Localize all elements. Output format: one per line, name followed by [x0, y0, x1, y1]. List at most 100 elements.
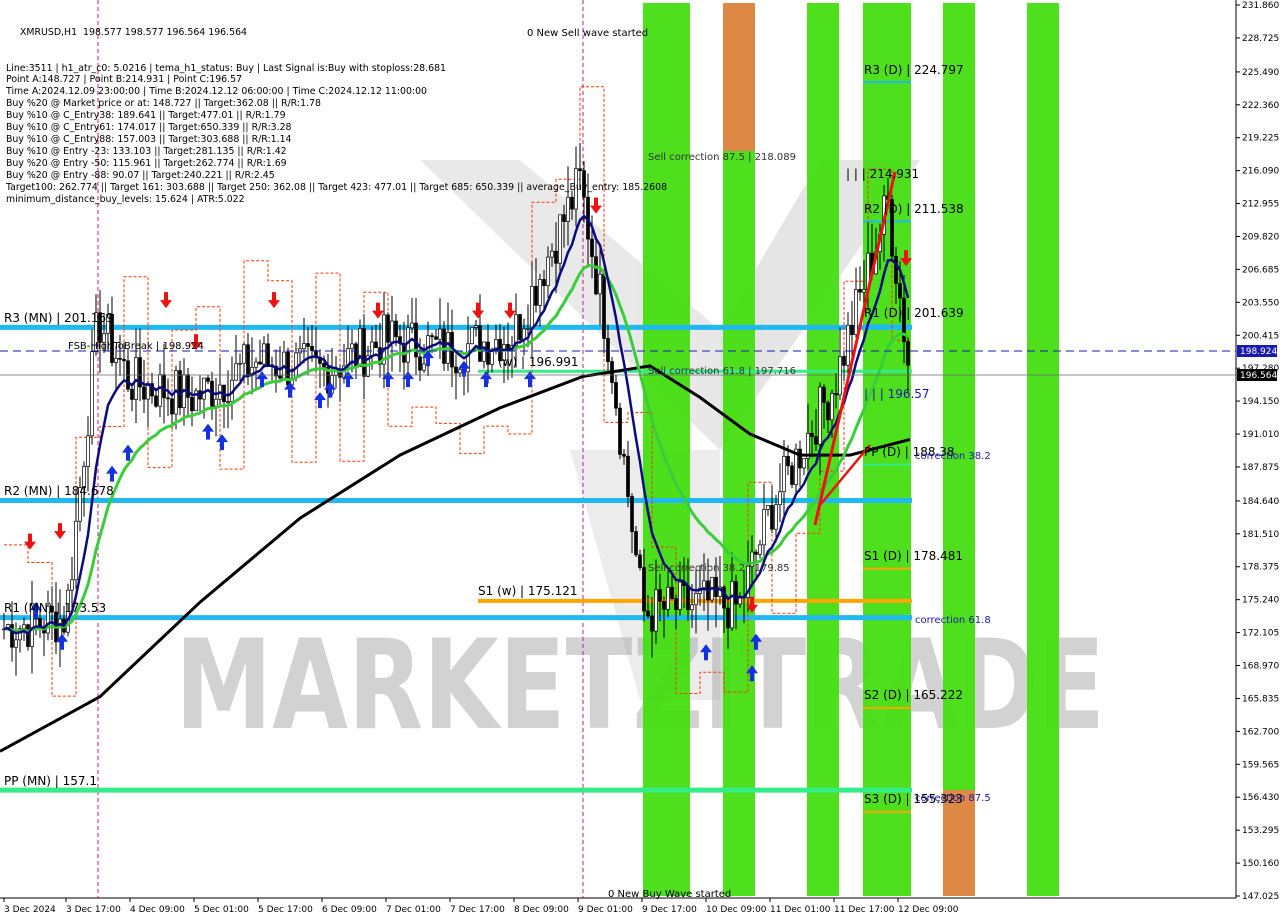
- candle-body: [810, 432, 814, 437]
- zone-bands: [643, 3, 1059, 896]
- label-r1-d: R1 (D) | 201.639: [864, 306, 964, 320]
- sell-arrow-icon: [268, 292, 280, 309]
- candle-body: [86, 435, 90, 467]
- time-tick-label: 5 Dec 17:00: [258, 905, 313, 915]
- candle-body: [482, 341, 486, 362]
- buy-arrow-icon: [284, 381, 296, 398]
- candle-body: [254, 361, 258, 368]
- candle-body: [454, 366, 458, 374]
- label-fsb: FSB-HighToBreak | 198.924: [68, 341, 204, 352]
- candle-body: [158, 374, 162, 407]
- candle-body: [618, 407, 622, 455]
- candle-body: [390, 320, 394, 343]
- info-line: Time A:2024.12.09 23:00:00 | Time B:2024…: [6, 86, 427, 98]
- candle-body: [550, 250, 554, 258]
- time-tick-label: 11 Dec 01:00: [770, 905, 831, 915]
- candle-body: [858, 289, 862, 293]
- candle-body: [530, 285, 534, 329]
- candle-body: [374, 341, 378, 348]
- time-tick-label: 8 Dec 09:00: [514, 905, 569, 915]
- candle-body: [666, 586, 670, 610]
- candle-body: [394, 320, 398, 338]
- label-w-mark: (w) | 196.991: [498, 355, 578, 369]
- time-tick-label: 9 Dec 17:00: [642, 905, 697, 915]
- label-s1-d: S1 (D) | 178.481: [864, 549, 963, 563]
- candle-body: [754, 551, 758, 555]
- bid-price-tag: 198.924: [1237, 345, 1277, 357]
- candle-body: [726, 607, 730, 629]
- candle-body: [830, 393, 834, 421]
- candle-body: [478, 325, 482, 362]
- candle-body: [122, 358, 126, 362]
- candle-body: [606, 338, 610, 362]
- label-s1-w: S1 (w) | 175.121: [478, 584, 578, 598]
- candle-body: [598, 273, 602, 295]
- price-tick-label: 203.550: [1242, 298, 1279, 308]
- candle-body: [310, 346, 314, 351]
- candle-body: [818, 386, 822, 445]
- orange-band: [723, 3, 755, 151]
- price-tick-label: 191.010: [1242, 430, 1279, 440]
- candle-body: [14, 639, 18, 648]
- candle-body: [418, 356, 422, 371]
- candle-body: [518, 314, 522, 340]
- price-tick-label: 231.860: [1242, 1, 1279, 11]
- price-tick-label: 200.415: [1242, 331, 1279, 341]
- candle-body: [814, 436, 818, 445]
- candle-body: [686, 585, 690, 611]
- buy-arrow-icon: [524, 371, 536, 388]
- correction-382-label: correction 38.2: [915, 451, 991, 462]
- candle-body: [534, 285, 538, 306]
- sell-arrow-icon: [160, 292, 172, 309]
- price-tick-label: 172.105: [1242, 629, 1279, 639]
- correction-618-label: correction 61.8: [915, 615, 991, 626]
- info-line: Line:3511 | h1_atr_c0: 5.0216 | tema_h1_…: [6, 62, 447, 74]
- candle-body: [786, 455, 790, 467]
- candle-body: [822, 386, 826, 403]
- info-line: Buy %20 @ Entry -88: 90.07 || Target:240…: [6, 169, 275, 181]
- candle-body: [234, 363, 238, 381]
- label-r2-mn: R2 (MN) | 184.678: [4, 484, 114, 498]
- candle-body: [662, 601, 666, 610]
- buy-arrow-icon: [202, 423, 214, 440]
- candle-body: [542, 279, 546, 287]
- info-line: Buy %20 @ Market price or at: 148.727 ||…: [6, 98, 321, 110]
- price-tick-label: 194.150: [1242, 397, 1279, 407]
- candle-body: [654, 589, 658, 632]
- svg-text:196.564: 196.564: [1240, 371, 1277, 381]
- info-line: Target100: 262.774 || Target 161: 303.68…: [6, 181, 668, 193]
- candle-body: [206, 377, 210, 382]
- candle-body: [766, 505, 770, 510]
- candle-body: [170, 398, 174, 415]
- candle-body: [306, 343, 310, 347]
- candle-body: [798, 448, 802, 469]
- info-line: Buy %10 @ C_Entry88: 157.003 || Target:3…: [6, 133, 292, 145]
- time-tick-label: 3 Dec 2024: [4, 905, 56, 915]
- candle-body: [278, 375, 282, 379]
- candle-body: [370, 341, 374, 357]
- candle-body: [74, 520, 78, 581]
- candle-body: [546, 256, 550, 287]
- chart-window: MARKETZITRADE R3 (MN) | 201.169 FSB-High…: [0, 0, 1280, 920]
- price-tick-label: 216.090: [1242, 167, 1279, 177]
- green-band: [1027, 3, 1059, 896]
- price-tick-label: 225.490: [1242, 68, 1279, 78]
- candle-body: [470, 326, 474, 345]
- candle-body: [238, 362, 242, 365]
- info-line: Buy %10 @ Entry -23: 133.103 || Target:2…: [6, 145, 287, 157]
- candle-body: [678, 581, 682, 610]
- candle-body: [758, 544, 762, 555]
- sell-correction-382: Sell correction 38.2 | 179.85: [648, 563, 790, 574]
- candle-body: [774, 504, 778, 530]
- candle-body: [114, 357, 118, 363]
- price-tick-label: 175.240: [1242, 596, 1279, 606]
- candle-body: [350, 343, 354, 349]
- candle-body: [898, 283, 902, 299]
- candle-body: [226, 401, 230, 403]
- price-tick-label: 206.685: [1242, 265, 1279, 275]
- candle-body: [834, 393, 838, 396]
- candle-body: [670, 586, 674, 599]
- candle-body: [258, 361, 262, 365]
- label-pp-mn: PP (MN) | 157.1: [4, 774, 97, 788]
- label-s2-d: S2 (D) | 165.222: [864, 688, 963, 702]
